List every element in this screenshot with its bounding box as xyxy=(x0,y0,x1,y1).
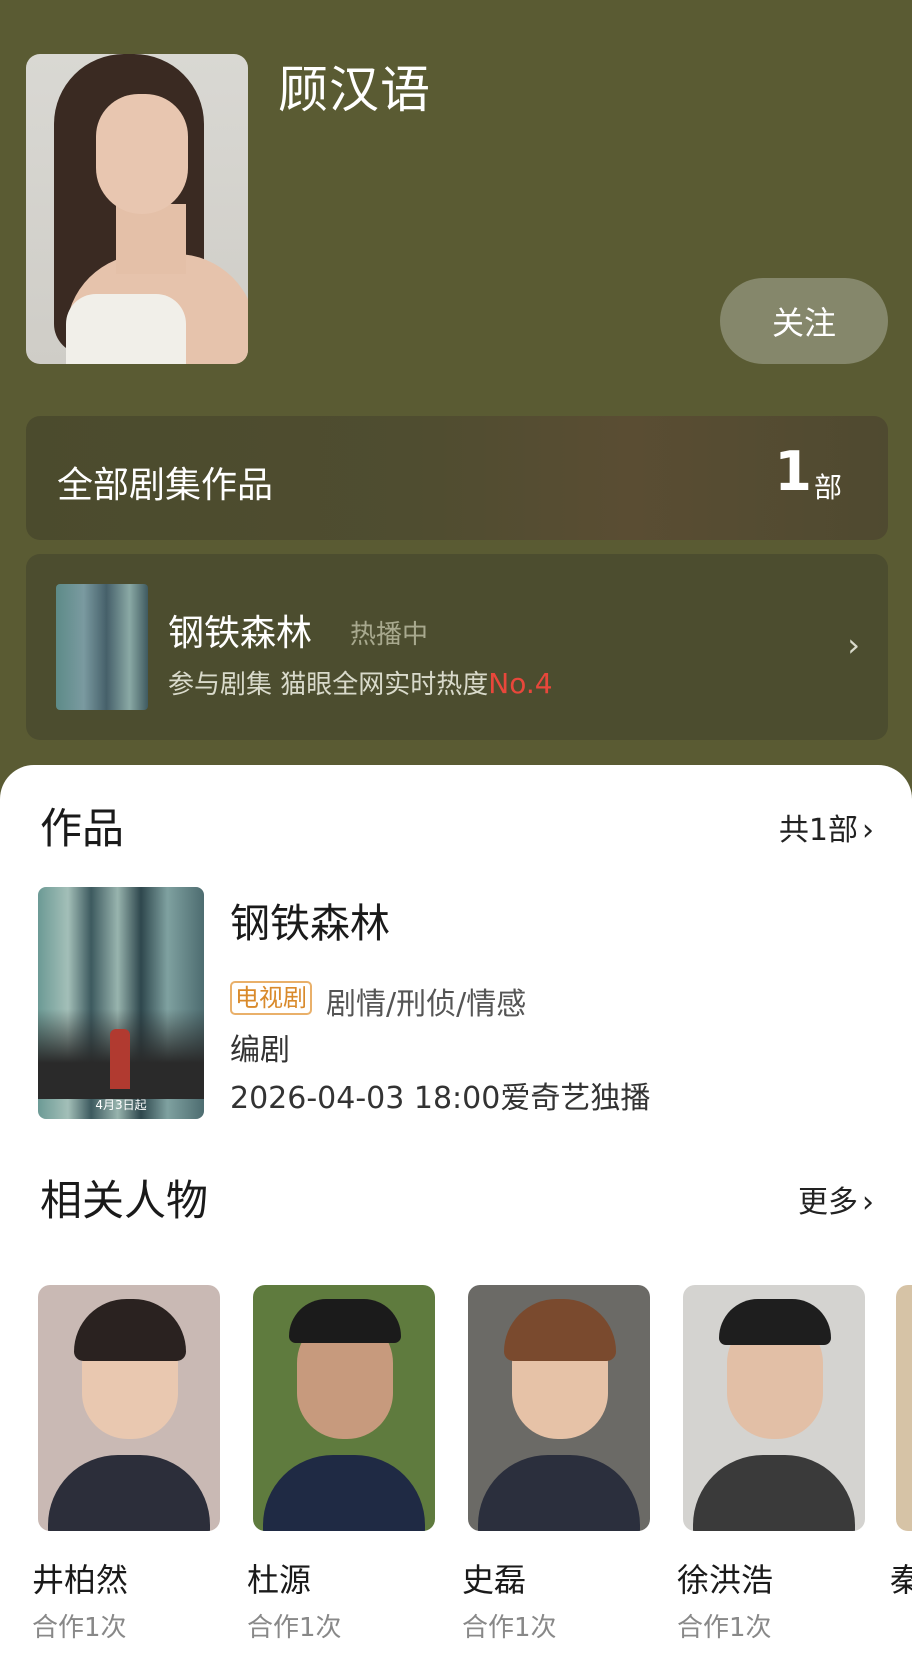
content-panel: 作品 共1部 › 4月3日起 钢铁森林 电视剧 剧情/刑侦/情感 编剧 2026-… xyxy=(0,765,912,1659)
person-name: 井柏然 xyxy=(32,1561,129,1599)
person-body xyxy=(48,1455,210,1531)
person-body xyxy=(263,1455,425,1531)
person-card[interactable]: 杜源 合作1次 xyxy=(247,1285,435,1644)
works-more-label: 共1部 xyxy=(778,813,858,848)
work-release-date: 2026-04-03 18:00爱奇艺独播 xyxy=(230,1081,651,1116)
person-collab-count: 合作1次 xyxy=(462,1613,557,1643)
person-photo xyxy=(38,1285,220,1531)
poster-red-figure xyxy=(110,1029,130,1089)
person-card[interactable]: 井柏然 合作1次 xyxy=(32,1285,220,1644)
avatar-top xyxy=(66,294,186,364)
actor-name: 顾汉语 xyxy=(278,61,431,119)
person-photo-partial[interactable] xyxy=(896,1285,912,1531)
work-type-badge: 电视剧 xyxy=(230,981,312,1015)
people-section-title: 相关人物 xyxy=(40,1176,209,1225)
all-works-label: 全部剧集作品 xyxy=(57,465,274,506)
person-body xyxy=(693,1455,855,1531)
current-drama-subtitle-text: 参与剧集 猫眼全网实时热度 xyxy=(168,670,489,700)
current-drama-subtitle: 参与剧集 猫眼全网实时热度No.4 xyxy=(168,664,553,701)
actor-header: 顾汉语 关注 全部剧集作品 1 部 钢铁森林 热播中 参与剧集 猫眼全网实时热度… xyxy=(0,0,912,780)
person-card[interactable]: 史磊 合作1次 xyxy=(462,1285,650,1644)
current-drama-rank: No.4 xyxy=(488,667,553,700)
current-drama-status: 热播中 xyxy=(350,620,429,650)
person-name: 徐洪浩 xyxy=(677,1561,774,1599)
current-drama-title: 钢铁森林 xyxy=(168,613,313,654)
person-hair xyxy=(289,1299,401,1343)
works-section-title: 作品 xyxy=(40,804,125,853)
all-works-unit: 部 xyxy=(813,471,842,504)
person-photo xyxy=(468,1285,650,1531)
current-drama-poster xyxy=(56,584,148,710)
all-works-count: 1 xyxy=(774,440,812,503)
person-collab-count: 合作1次 xyxy=(32,1613,127,1643)
works-more-link[interactable]: 共1部 › xyxy=(779,805,874,849)
all-works-bar[interactable]: 全部剧集作品 1 部 xyxy=(26,416,888,540)
person-collab-count: 合作1次 xyxy=(247,1613,342,1643)
person-hair xyxy=(719,1299,831,1345)
chevron-right-icon: › xyxy=(862,813,874,848)
follow-button[interactable]: 关注 xyxy=(720,278,888,364)
chevron-right-icon: › xyxy=(847,626,860,664)
person-body xyxy=(478,1455,640,1531)
person-card[interactable]: 徐洪浩 合作1次 xyxy=(677,1285,865,1644)
person-hair xyxy=(504,1299,616,1361)
avatar-face xyxy=(96,94,188,214)
chevron-right-icon: › xyxy=(862,1185,874,1220)
avatar-neck xyxy=(116,204,186,274)
current-drama-card[interactable]: 钢铁森林 热播中 参与剧集 猫眼全网实时热度No.4 › xyxy=(26,554,888,740)
person-hair xyxy=(74,1299,186,1361)
people-more-label: 更多 xyxy=(798,1185,858,1220)
person-photo xyxy=(253,1285,435,1531)
actor-avatar[interactable] xyxy=(26,54,248,364)
person-collab-count: 合作1次 xyxy=(677,1613,772,1643)
person-name-partial: 秦 xyxy=(890,1561,912,1599)
people-more-link[interactable]: 更多 › xyxy=(798,1177,874,1221)
work-poster-date: 4月3日起 xyxy=(95,1098,147,1112)
person-name: 杜源 xyxy=(247,1561,312,1599)
work-role: 编剧 xyxy=(230,1033,290,1068)
work-title[interactable]: 钢铁森林 xyxy=(230,891,390,949)
person-photo xyxy=(683,1285,865,1531)
work-poster[interactable]: 4月3日起 xyxy=(38,887,204,1119)
person-name: 史磊 xyxy=(462,1561,527,1599)
work-genre: 剧情/刑侦/情感 xyxy=(326,987,527,1022)
